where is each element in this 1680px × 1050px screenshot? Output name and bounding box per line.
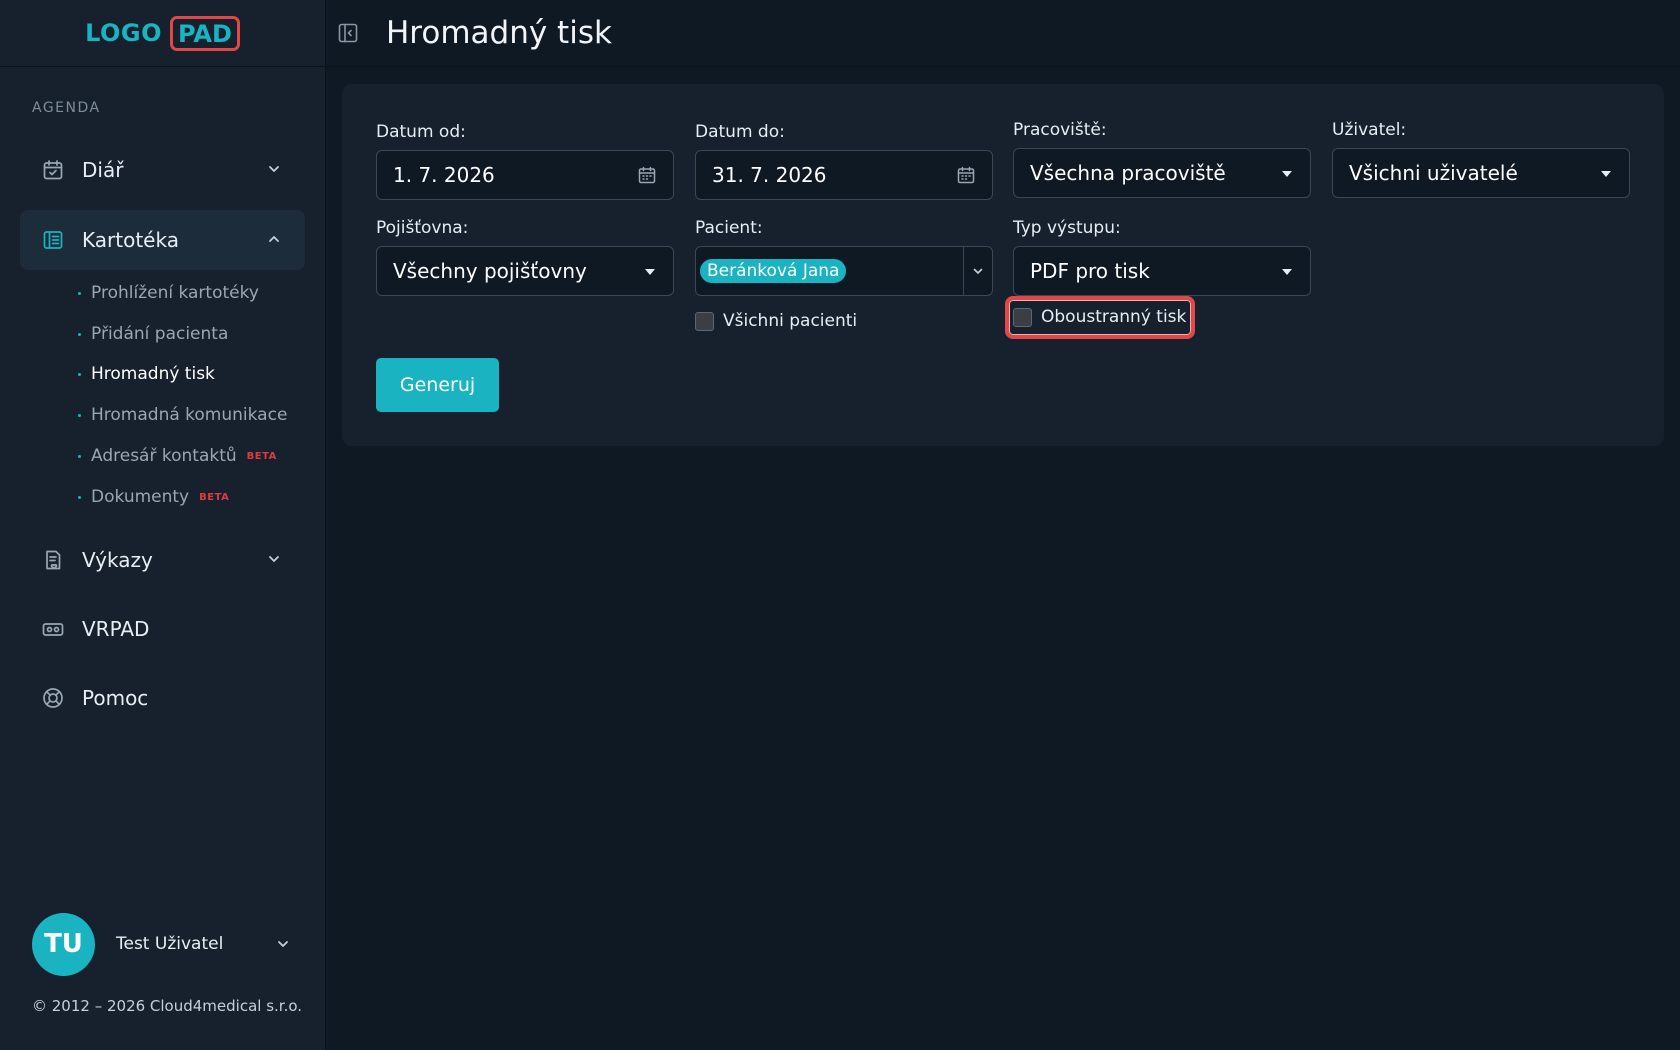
sidebar: LOGO PAD AGENDA Diář Kartotéka Prohlížen… (0, 0, 326, 1050)
topbar: Hromadný tisk (326, 0, 1680, 67)
avatar: TU (32, 912, 95, 976)
generate-button[interactable]: Generuj (376, 358, 499, 412)
duplex-checkbox-row[interactable]: Oboustranný tisk (1013, 307, 1186, 327)
chevron-down-icon (265, 160, 283, 178)
sidebar-subitem-label: Adresář kontaktů (91, 446, 237, 466)
bullet-dot (78, 291, 81, 295)
chevron-up-icon (265, 230, 283, 248)
bullet-dot (78, 413, 81, 417)
patient-label: Pacient: (695, 218, 763, 238)
sidebar-item-kartoteka[interactable]: Kartotéka (20, 210, 305, 270)
patient-multiselect[interactable]: Beránková Jana (695, 246, 993, 296)
duplex-label: Oboustranný tisk (1041, 307, 1187, 327)
all-patients-checkbox-row[interactable]: Všichni pacienti (695, 311, 857, 331)
sidebar-item-label: Kartotéka (82, 228, 179, 252)
user-menu[interactable]: TU Test Uživatel (32, 912, 292, 976)
workplace-value: Všechna pracoviště (1030, 161, 1226, 185)
sidebar-subitem-label: Přidání pacienta (91, 324, 229, 344)
user-label: Uživatel: (1332, 120, 1407, 140)
section-label-agenda: AGENDA (32, 100, 101, 116)
lifebuoy-icon (40, 685, 66, 711)
date-to-field: Datum do: 31. 7. 2026 (695, 122, 993, 200)
sidebar-subitem-pridani[interactable]: Přidání pacienta (78, 319, 228, 349)
logo[interactable]: LOGO PAD (0, 0, 325, 67)
sidebar-subitem-label: Hromadný tisk (91, 364, 215, 384)
chevron-down-icon (265, 550, 283, 568)
sidebar-item-label: Výkazy (82, 548, 153, 572)
sidebar-subitem-label: Hromadná komunikace (91, 405, 288, 425)
duplex-checkbox[interactable] (1013, 307, 1032, 327)
report-icon (40, 547, 66, 573)
user-select[interactable]: Všichni uživatelé (1332, 148, 1630, 198)
dropdown-caret-icon (1282, 171, 1292, 177)
date-from-field: Datum od: 1. 7. 2026 (376, 122, 674, 200)
insurance-select[interactable]: Všechny pojišťovny (376, 246, 674, 296)
bullet-dot (78, 495, 81, 499)
dropdown-caret-icon (1601, 171, 1611, 177)
chevron-down-icon[interactable] (970, 263, 986, 279)
vr-headset-icon (40, 616, 66, 642)
logo-text: LOGO (85, 19, 163, 47)
sidebar-item-pomoc[interactable]: Pomoc (20, 668, 305, 728)
all-patients-checkbox[interactable] (695, 311, 714, 331)
output-type-field: Typ výstupu: PDF pro tisk (1013, 218, 1311, 296)
workplace-field: Pracoviště: Všechna pracoviště (1013, 120, 1311, 198)
logo-badge: PAD (170, 15, 240, 51)
sidebar-item-diar[interactable]: Diář (20, 140, 305, 200)
bullet-dot (78, 332, 81, 336)
sidebar-collapse-icon[interactable] (336, 21, 360, 45)
sidebar-subitem-adresar[interactable]: Adresář kontaktů BETA (78, 441, 277, 471)
sidebar-item-vykazy[interactable]: Výkazy (20, 530, 305, 590)
bullet-dot (78, 454, 81, 458)
date-from-value: 1. 7. 2026 (393, 163, 495, 187)
sidebar-item-vrpad[interactable]: VRPAD (20, 599, 305, 659)
multiselect-separator (963, 247, 964, 295)
output-type-select[interactable]: PDF pro tisk (1013, 246, 1311, 296)
user-name: Test Uživatel (116, 934, 224, 954)
beta-badge: BETA (199, 491, 230, 503)
sidebar-subitem-hromadny-tisk[interactable]: Hromadný tisk (78, 359, 215, 389)
dropdown-caret-icon (645, 269, 655, 275)
sidebar-subitem-prohlizeni[interactable]: Prohlížení kartotéky (78, 278, 259, 308)
copyright: © 2012 – 2026 Cloud4medical s.r.o. (32, 997, 303, 1015)
sidebar-subitem-dokumenty[interactable]: Dokumenty BETA (78, 482, 229, 512)
beta-badge: BETA (246, 450, 277, 462)
sidebar-item-label: VRPAD (82, 617, 150, 641)
output-type-value: PDF pro tisk (1030, 259, 1150, 283)
card-index-icon (40, 227, 66, 253)
insurance-label: Pojišťovna: (376, 218, 469, 238)
sidebar-subitem-label: Dokumenty (91, 487, 190, 507)
date-to-label: Datum do: (695, 122, 785, 142)
page-title: Hromadný tisk (386, 15, 612, 51)
calendar-check-icon (40, 157, 66, 183)
patient-chip[interactable]: Beránková Jana (700, 259, 847, 283)
sidebar-subitem-label: Prohlížení kartotéky (91, 283, 259, 303)
sidebar-subitem-hromadna-komunikace[interactable]: Hromadná komunikace (78, 400, 287, 430)
date-to-value: 31. 7. 2026 (712, 163, 827, 187)
workplace-select[interactable]: Všechna pracoviště (1013, 148, 1311, 198)
all-patients-label: Všichni pacienti (723, 311, 858, 331)
date-from-label: Datum od: (376, 122, 466, 142)
date-from-input[interactable]: 1. 7. 2026 (376, 150, 674, 200)
patient-field: Pacient: Beránková Jana (695, 218, 993, 296)
insurance-value: Všechny pojišťovny (393, 259, 587, 283)
workplace-label: Pracoviště: (1013, 120, 1107, 140)
dropdown-caret-icon (1282, 269, 1292, 275)
output-type-label: Typ výstupu: (1013, 218, 1121, 238)
calendar-icon[interactable] (956, 165, 976, 185)
insurance-field: Pojišťovna: Všechny pojišťovny (376, 218, 674, 296)
calendar-icon[interactable] (637, 165, 657, 185)
bullet-dot (78, 372, 81, 376)
sidebar-item-label: Pomoc (82, 686, 149, 710)
user-value: Všichni uživatelé (1349, 161, 1518, 185)
date-to-input[interactable]: 31. 7. 2026 (695, 150, 993, 200)
sidebar-item-label: Diář (82, 158, 124, 182)
user-field: Uživatel: Všichni uživatelé (1332, 120, 1630, 198)
chevron-down-icon (274, 935, 292, 953)
